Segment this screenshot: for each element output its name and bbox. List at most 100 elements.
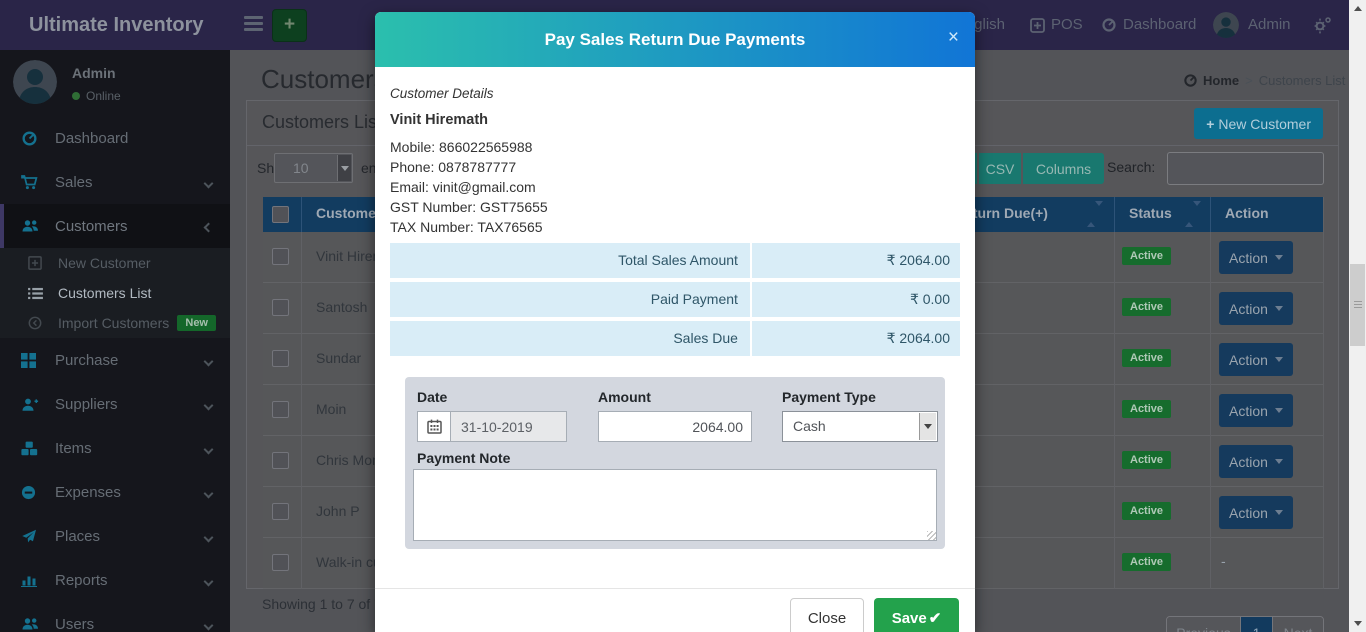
action-dropdown-button[interactable]: Action [1219,241,1293,274]
breadcrumb: Home > Customers List [1183,73,1345,88]
list-icon [28,287,48,300]
scroll-up-arrow[interactable] [1349,0,1366,17]
status-badge: Active [1122,349,1171,367]
chevron-left-icon [205,484,212,501]
modal-header: Pay Sales Return Due Payments × [375,12,975,67]
date-input-group [417,411,567,442]
nav-settings[interactable] [1312,0,1332,50]
payment-note-label: Payment Note [417,450,510,466]
panel-title: Customers List [262,112,382,133]
select-all-checkbox[interactable] [272,206,289,223]
sidebar-item-sales[interactable]: Sales [0,160,230,204]
summary-row: Paid Payment ₹ 0.00 [390,282,960,317]
row-checkbox[interactable] [272,299,289,316]
column-header-action: Action [1225,205,1269,221]
customer-name: Vinit Hiremath [390,110,548,130]
amount-input[interactable] [598,411,752,442]
action-dropdown-button[interactable]: Action [1219,496,1293,529]
payment-note-textarea[interactable] [413,469,937,541]
sidebar-item-new-customer[interactable]: New Customer [0,248,230,278]
payment-type-select[interactable]: Cash [782,411,938,442]
columns-button[interactable]: Columns [1023,153,1104,184]
caret-down-icon [1275,306,1283,311]
sidebar-item-expenses[interactable]: Expenses [0,470,230,514]
row-checkbox[interactable] [272,350,289,367]
sidebar-item-places[interactable]: Places [0,514,230,558]
modal-title: Pay Sales Return Due Payments [375,12,975,67]
scroll-down-arrow[interactable] [1349,615,1366,632]
action-dropdown-button[interactable]: Action [1219,292,1293,325]
sidebar-item-dashboard[interactable]: Dashboard [0,116,230,160]
csv-button[interactable]: CSV [979,153,1021,184]
resize-grip[interactable] [927,531,936,540]
pagination-previous[interactable]: Previous [1167,617,1241,632]
vertical-scrollbar[interactable] [1349,0,1366,632]
chevron-left-icon [205,616,212,632]
sidebar-user-panel: Admin Online [0,50,230,116]
row-checkbox[interactable] [272,452,289,469]
customer-details: Customer Details Vinit Hiremath Mobile: … [390,84,548,237]
sidebar-item-users[interactable]: Users [0,602,230,632]
arrow-circle-icon [28,316,48,330]
sidebar-item-import-customers[interactable]: Import Customers New [0,308,230,338]
breadcrumb-home[interactable]: Home [1183,73,1239,88]
row-checkbox[interactable] [272,554,289,571]
row-checkbox[interactable] [272,401,289,418]
sidebar-user-status: Online [72,89,121,103]
action-dropdown-button[interactable]: Action [1219,445,1293,478]
users-icon [21,616,43,632]
cart-icon [21,174,43,190]
quick-add-button[interactable]: + [272,9,307,42]
customer-name: Sundar [316,350,361,366]
column-header-customer[interactable]: Customer [316,205,381,221]
close-button[interactable]: Close [790,598,864,632]
nav-dashboard[interactable]: Dashboard [1101,0,1196,50]
navbar-avatar[interactable] [1213,12,1239,38]
action-dropdown-button[interactable]: Action [1219,343,1293,376]
scrollbar-thumb[interactable] [1350,264,1365,346]
status-badge: Active [1122,553,1171,571]
select-arrow-icon [919,413,936,440]
sidebar-item-suppliers[interactable]: Suppliers [0,382,230,426]
search-label: Search: [1107,159,1155,175]
close-icon[interactable]: × [948,12,959,67]
caret-down-icon [1275,459,1283,464]
row-checkbox[interactable] [272,503,289,520]
calendar-icon[interactable] [417,411,450,442]
menu-toggle-icon[interactable] [244,16,263,34]
sort-icon[interactable] [1185,206,1195,222]
sidebar-item-purchase[interactable]: Purchase [0,338,230,382]
sidebar-item-items[interactable]: Items [0,426,230,470]
pagination-page-1[interactable]: 1 [1241,617,1273,632]
sidebar-item-customers[interactable]: Customers [0,204,230,248]
sidebar-item-reports[interactable]: Reports [0,558,230,602]
date-input[interactable] [450,411,567,442]
sidebar-item-customers-list[interactable]: Customers List [0,278,230,308]
users-icon [21,218,43,234]
pagination-next[interactable]: Next [1273,617,1323,632]
cubes-icon [21,441,43,456]
avatar [13,60,57,104]
column-header-status[interactable]: Status [1129,205,1172,221]
chevron-left-icon [205,528,212,545]
nav-pos[interactable]: POS [1030,0,1083,50]
page-size-select[interactable]: 10 [274,153,353,183]
customer-name: John P [316,503,360,519]
caret-down-icon [1275,510,1283,515]
customer-details-heading: Customer Details [390,84,548,104]
search-input[interactable] [1167,152,1324,185]
paper-plane-icon [21,529,43,544]
grid-icon [21,353,43,368]
chevron-left-icon [205,396,212,413]
nav-user[interactable]: Admin [1248,0,1291,50]
sidebar-user-name: Admin [72,65,116,81]
summary-row: Total Sales Amount ₹ 2064.00 [390,243,960,278]
status-badge: Active [1122,247,1171,265]
row-checkbox[interactable] [272,248,289,265]
save-button[interactable]: Save ✔ [874,598,959,632]
action-dropdown-button[interactable]: Action [1219,394,1293,427]
caret-down-icon [1275,408,1283,413]
dashboard-icon [1101,17,1117,33]
sort-icon[interactable] [1087,206,1097,222]
new-customer-button[interactable]: + New Customer [1194,108,1323,139]
